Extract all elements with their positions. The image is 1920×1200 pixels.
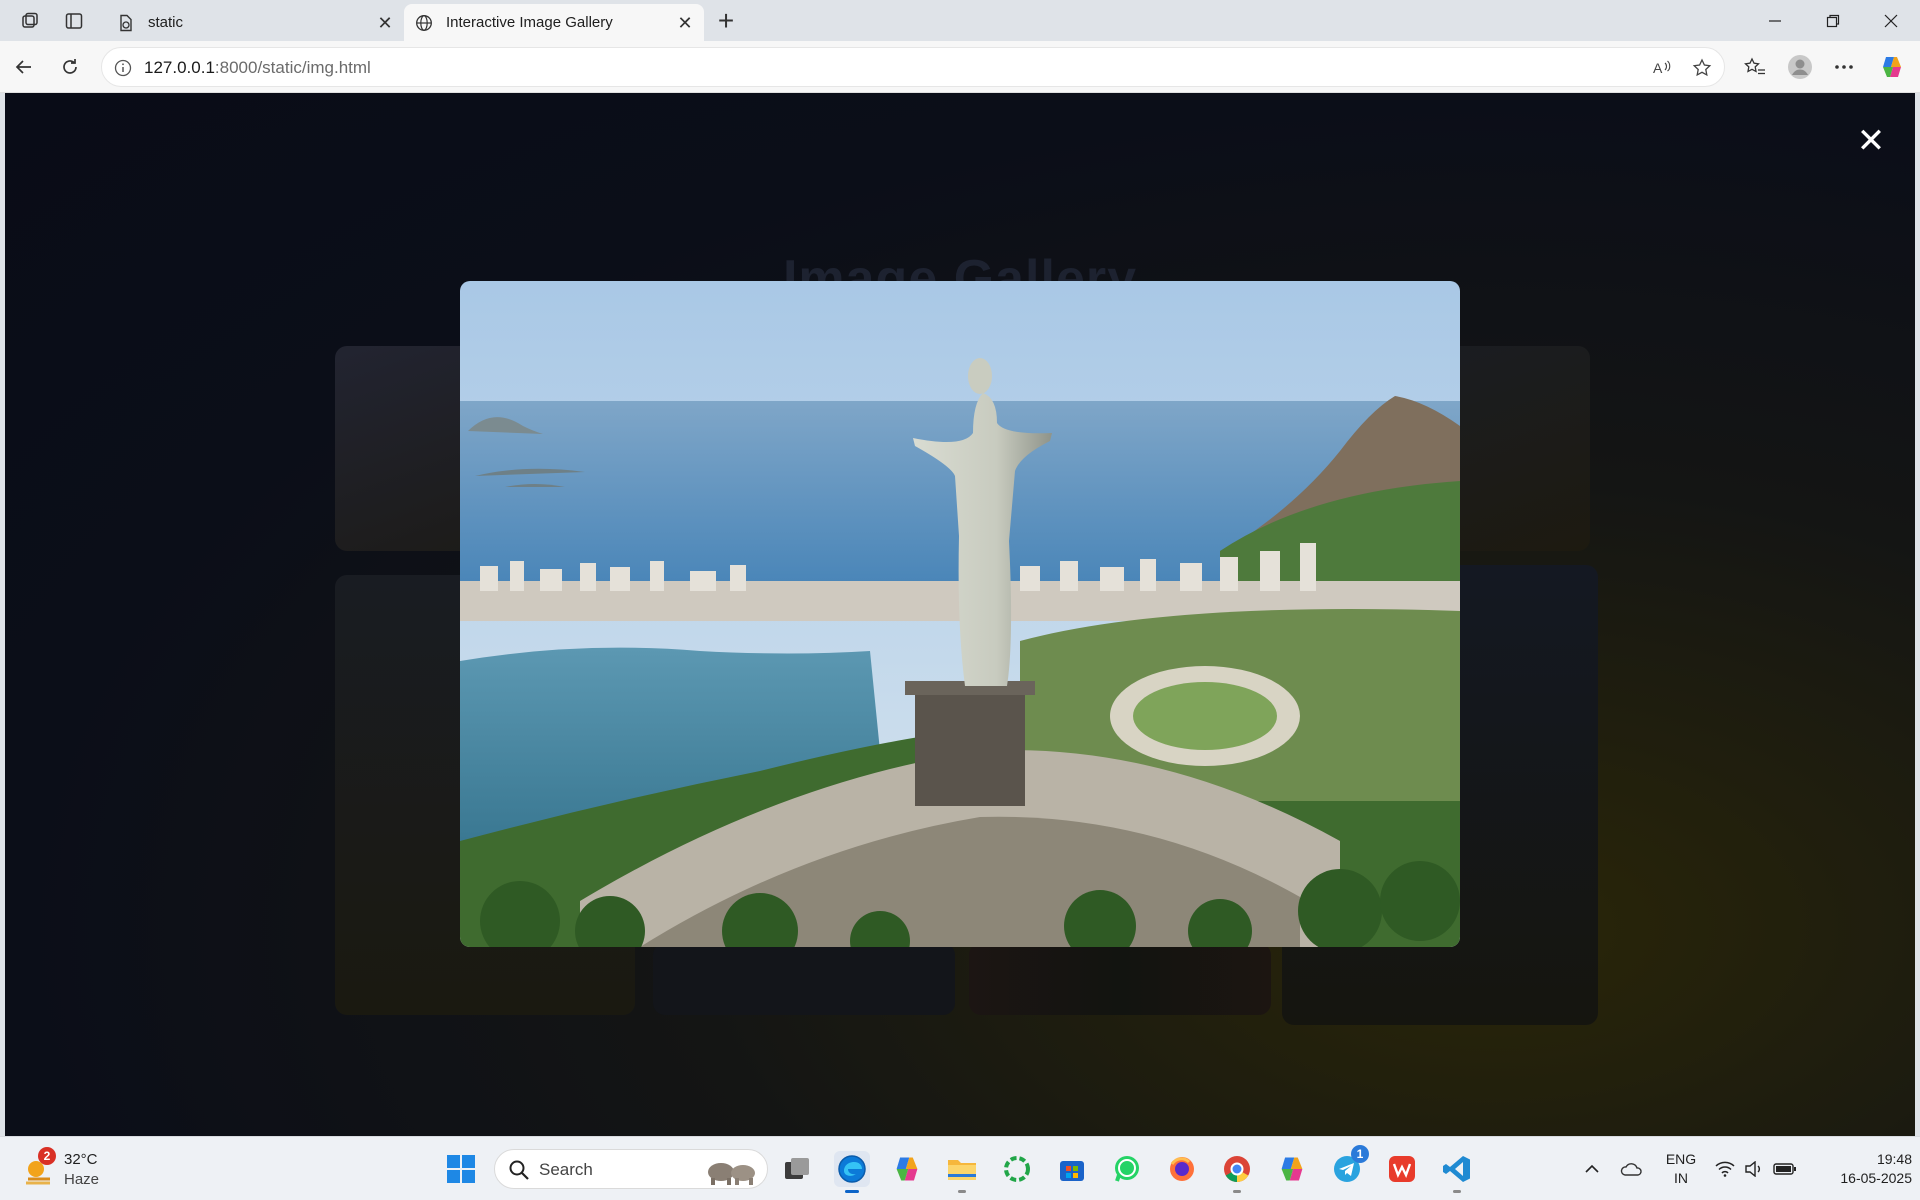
svg-text:A: A (1653, 60, 1663, 76)
show-hidden-icons-icon[interactable] (1574, 1151, 1610, 1187)
read-aloud-icon[interactable]: A (1648, 55, 1676, 81)
language-line-2: IN (1674, 1170, 1688, 1186)
tab-label: static (148, 14, 184, 31)
volume-icon[interactable] (1739, 1151, 1769, 1187)
weather-condition: Haze (64, 1171, 100, 1188)
globe-icon (414, 13, 434, 33)
more-options-icon[interactable] (1826, 50, 1862, 84)
telegram-badge: 1 (1351, 1145, 1369, 1163)
weather-badge: 2 (38, 1147, 56, 1165)
lightbox-close-icon[interactable]: ✕ (1853, 122, 1889, 160)
battery-icon[interactable] (1768, 1151, 1802, 1187)
search-placeholder: Search (539, 1160, 593, 1179)
copilot-icon[interactable] (1874, 50, 1910, 84)
close-window-icon[interactable] (1862, 0, 1920, 41)
m365-icon[interactable] (1274, 1151, 1310, 1187)
vertical-tabs-icon[interactable] (58, 7, 90, 35)
address-bar[interactable]: 127.0.0.1:8000/static/img.html A (101, 47, 1725, 87)
running-indicator (845, 1190, 859, 1193)
elephants-icon (708, 1163, 755, 1185)
favorites-icon[interactable] (1737, 50, 1773, 84)
clock-date: 16-05-2025 (1840, 1170, 1912, 1186)
start-icon[interactable] (443, 1151, 479, 1187)
workspaces-icon[interactable] (14, 7, 46, 35)
back-icon[interactable] (6, 50, 42, 84)
tab-strip: static ✕ Interactive Image Gallery ✕ + (0, 0, 1920, 41)
profile-avatar[interactable] (1782, 50, 1818, 84)
wifi-icon[interactable] (1709, 1151, 1741, 1187)
site-info-icon[interactable] (112, 57, 134, 79)
taskbar-search[interactable]: Search (494, 1149, 768, 1189)
restore-icon[interactable] (1804, 0, 1862, 41)
vscode-icon[interactable] (1439, 1151, 1475, 1193)
store-icon[interactable] (1054, 1151, 1090, 1187)
file-icon (116, 13, 136, 33)
running-indicator (1453, 1190, 1461, 1193)
telegram-icon[interactable]: 1 (1329, 1145, 1369, 1187)
tab-close-icon[interactable]: ✕ (374, 12, 396, 34)
lightbox-image (460, 281, 1460, 947)
tab-label: Interactive Image Gallery (446, 14, 613, 31)
sync-app-icon[interactable] (999, 1151, 1035, 1187)
url-text[interactable]: 127.0.0.1:8000/static/img.html (144, 58, 371, 78)
wps-icon[interactable] (1384, 1151, 1420, 1187)
copilot-app-icon[interactable] (889, 1151, 925, 1187)
url-host: 127.0.0.1 (144, 58, 215, 77)
running-indicator (958, 1190, 966, 1193)
language-line-1: ENG (1665, 1151, 1697, 1167)
refresh-icon[interactable] (52, 50, 88, 84)
running-indicator (1233, 1190, 1241, 1193)
page-viewport: Image Gallery ✕ (5, 93, 1915, 1136)
search-icon (509, 1160, 529, 1180)
task-view-icon[interactable] (779, 1151, 815, 1187)
weather-widget[interactable]: 2 32°C Haze (22, 1147, 112, 1191)
clock[interactable]: 19:48 16-05-2025 (1812, 1150, 1912, 1188)
chrome-icon[interactable] (1219, 1151, 1255, 1193)
navigation-bar: 127.0.0.1:8000/static/img.html A (0, 41, 1920, 93)
clock-time: 19:48 (1876, 1151, 1912, 1167)
url-path: :8000/static/img.html (214, 58, 371, 77)
file-explorer-icon[interactable] (944, 1151, 980, 1193)
language-indicator[interactable]: ENG IN (1660, 1150, 1702, 1188)
weather-temp: 32°C (64, 1151, 98, 1168)
new-tab-icon[interactable]: + (710, 5, 742, 36)
tab-close-icon[interactable]: ✕ (674, 12, 696, 34)
edge-icon[interactable] (834, 1151, 870, 1193)
whatsapp-icon[interactable] (1109, 1151, 1145, 1187)
tab-static[interactable]: static ✕ (106, 4, 404, 41)
taskbar: 2 32°C Haze Search 1 ENG IN 19:48 16-05-… (0, 1136, 1920, 1200)
minimize-icon[interactable] (1746, 0, 1804, 41)
tab-interactive-image-gallery[interactable]: Interactive Image Gallery ✕ (404, 4, 704, 41)
firefox-icon[interactable] (1164, 1151, 1200, 1187)
favorite-star-icon[interactable] (1688, 55, 1716, 81)
onedrive-icon[interactable] (1614, 1151, 1650, 1187)
